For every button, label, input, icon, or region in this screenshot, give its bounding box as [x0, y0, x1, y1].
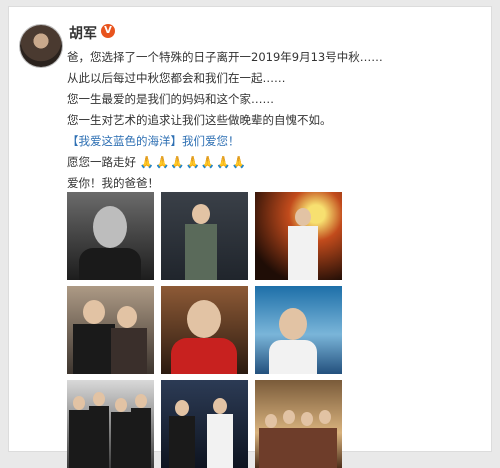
username[interactable]: 胡军 [69, 23, 97, 43]
post-text: 爸，您选择了一个特殊的日子离开一2019年9月13号中秋…… 从此以后每过中秋您… [67, 47, 487, 194]
photo-couple-portrait[interactable] [67, 286, 154, 374]
photo-grid [67, 192, 349, 468]
photo-stage-performer-uniform[interactable] [161, 192, 248, 280]
photo-family-gathering[interactable] [255, 380, 342, 468]
weibo-post-card: 胡军 V 爸，您选择了一个特殊的日子离开一2019年9月13号中秋…… 从此以后… [8, 6, 492, 468]
pray-emoji-icons: 🙏🙏🙏🙏🙏🙏🙏 [139, 155, 247, 169]
post-line-6-text: 愿您一路走好 [67, 155, 136, 169]
post-line-1: 爸，您选择了一个特殊的日子离开一2019年9月13号中秋…… [67, 50, 383, 64]
post-line-3: 您一生最爱的是我们的妈妈和这个家…… [67, 92, 274, 106]
post-line-5[interactable]: 【我爱这蓝色的海洋】我们爱您！ [67, 131, 487, 152]
user-avatar[interactable] [20, 25, 62, 67]
photo-stage-duet[interactable] [161, 380, 248, 468]
verified-badge-icon: V [101, 24, 115, 38]
photo-family-group-bw[interactable] [67, 380, 154, 468]
photo-man-red-scarf[interactable] [161, 286, 248, 374]
photo-portrait-uniform-bw[interactable] [67, 192, 154, 280]
post-line-7: 爱你！我的爸爸！ [67, 176, 159, 190]
post-line-4: 您一生对艺术的追求让我们这些做晚辈的自愧不如。 [67, 113, 332, 127]
photo-stage-performer-fire[interactable] [255, 192, 342, 280]
photo-album-cover-blue-sea[interactable] [255, 286, 342, 374]
post-line-6: 愿您一路走好 🙏🙏🙏🙏🙏🙏🙏 [67, 152, 487, 173]
post-line-2: 从此以后每过中秋您都会和我们在一起…… [67, 71, 286, 85]
